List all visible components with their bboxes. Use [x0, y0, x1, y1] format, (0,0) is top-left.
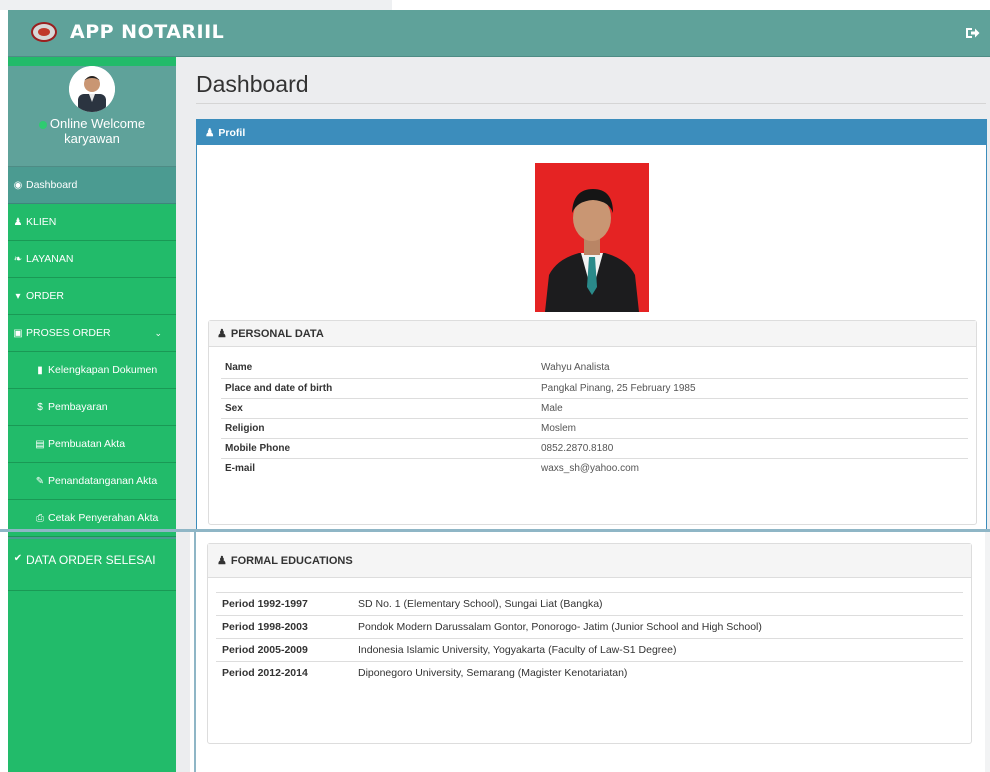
table-row: Period 1992-1997 SD No. 1 (Elementary Sch…	[216, 592, 963, 616]
sidebar-item-dashboard[interactable]: ◉ Dashboard	[8, 167, 176, 204]
leaf-icon: ❧	[13, 253, 23, 265]
pencil-icon: ✎	[35, 475, 45, 487]
folder-icon: ▮	[37, 364, 43, 376]
sidebar-item-penandatanganan-akta[interactable]: ✎ Penandatanganan Akta	[8, 463, 176, 500]
avatar	[69, 66, 115, 112]
table-row: E-mail waxs_sh@yahoo.com	[221, 457, 968, 478]
formal-educations-panel: ♟ FORMAL EDUCATIONS Period 1992-1997 SD N…	[207, 543, 972, 744]
personal-data-panel: ♟ PERSONAL DATA Name Wahyu Analista Place…	[208, 320, 977, 525]
frame-divider-vertical	[194, 530, 196, 772]
circle-dot-icon: ▣	[13, 327, 23, 339]
page-title: Dashboard	[196, 71, 309, 97]
profil-panel: ♟ Profil ♟ PERSONAL DATA Name Wahyu Anali…	[196, 119, 987, 589]
table-row: Sex Male	[221, 397, 968, 418]
formal-educations-header: ♟ FORMAL EDUCATIONS	[208, 544, 971, 578]
table-row: Place and date of birth Pangkal Pinang, 2…	[221, 377, 968, 398]
profile-photo	[535, 163, 649, 312]
welcome-text: Online Welcome karyawan	[8, 116, 176, 146]
check-icon: ✔	[13, 553, 23, 564]
table-row: Period 1998-2003 Pondok Modern Darussalam…	[216, 615, 963, 639]
chevron-down-icon: ⌄	[154, 327, 162, 338]
app-logo-icon	[28, 22, 60, 42]
title-divider	[196, 103, 986, 104]
user-icon: ♟	[217, 555, 227, 567]
list-icon: ▤	[35, 438, 45, 450]
top-strip	[0, 0, 990, 10]
sidebar-item-pembayaran[interactable]: $ Pembayaran	[8, 389, 176, 426]
table-row: Period 2005-2009 Indonesia Islamic Univer…	[216, 638, 963, 662]
sidebar-item-layanan[interactable]: ❧ LAYANAN	[8, 241, 176, 278]
sidebar-item-order[interactable]: ▾ ORDER	[8, 278, 176, 315]
sidebar: Online Welcome karyawan ◉ Dashboard ♟ KLI…	[8, 57, 176, 772]
table-row: Religion Moslem	[221, 417, 968, 438]
education-table: Period 1992-1997 SD No. 1 (Elementary Sch…	[216, 592, 963, 685]
logout-icon[interactable]	[964, 25, 980, 41]
frame-divider-horizontal	[0, 529, 990, 532]
sidebar-item-pembuatan-akta[interactable]: ▤ Pembuatan Akta	[8, 426, 176, 463]
app-title: APP NOTARIIL	[70, 21, 225, 43]
sidebar-item-proses-order[interactable]: ▣ PROSES ORDER ⌄	[8, 315, 176, 352]
personal-data-header: ♟ PERSONAL DATA	[209, 321, 976, 347]
user-icon: ♟	[217, 328, 227, 340]
print-icon: ⎙	[36, 512, 44, 524]
profil-panel-header: ♟ Profil	[197, 120, 986, 145]
app-header: APP NOTARIIL	[8, 10, 990, 57]
online-status-icon	[38, 120, 47, 129]
user-icon: ♟	[13, 216, 23, 228]
user-icon: ♟	[205, 126, 215, 139]
table-row: Mobile Phone 0852.2870.8180	[221, 437, 968, 458]
table-row: Name Wahyu Analista	[225, 362, 610, 374]
dollar-icon: $	[37, 401, 43, 413]
dashboard-icon: ◉	[13, 179, 23, 191]
sidebar-item-kelengkapan-dokumen[interactable]: ▮ Kelengkapan Dokumen	[8, 352, 176, 389]
cart-icon: ▾	[15, 290, 21, 302]
sidebar-item-klien[interactable]: ♟ KLIEN	[8, 204, 176, 241]
table-row: Period 2012-2014 Diponegoro University, S…	[216, 661, 963, 685]
scroll-edge	[985, 532, 990, 772]
personal-data-table: Name Wahyu Analista Place and date of bir…	[221, 358, 968, 478]
brand[interactable]: APP NOTARIIL	[28, 21, 224, 43]
user-panel: Online Welcome karyawan	[8, 66, 176, 167]
sidebar-item-data-order-selesai[interactable]: ✔ DATA ORDER SELESAI	[8, 539, 176, 591]
